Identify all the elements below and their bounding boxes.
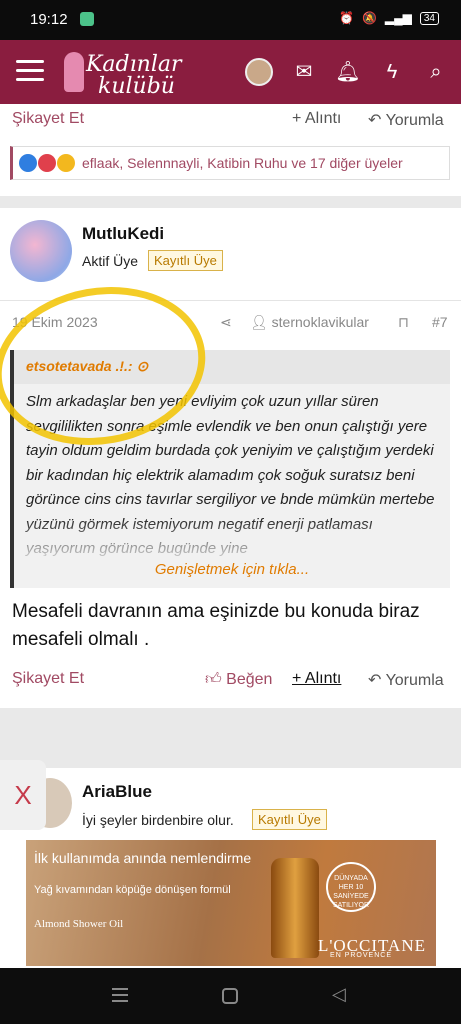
user-avatar[interactable] <box>245 58 273 86</box>
next-post-user-title: İyi şeyler birdenbire olur. <box>82 812 234 828</box>
post-username[interactable]: MutluKedi <box>82 224 164 244</box>
report-link[interactable]: Şikayet Et <box>12 670 84 688</box>
like-reaction-icon <box>19 154 37 172</box>
ad-close-button[interactable]: X <box>0 760 46 830</box>
reply-label: Yorumla <box>385 112 444 129</box>
like-label: Beğen <box>226 671 273 688</box>
home-icon[interactable] <box>222 988 238 1004</box>
advertisement-banner[interactable]: İlk kullanımda anında nemlendirme Yağ kı… <box>26 840 436 966</box>
battery-icon: 34 <box>419 11 439 25</box>
report-link[interactable]: Şikayet Et <box>12 110 84 128</box>
signal-icon: ▂▄▆ <box>384 11 412 25</box>
recent-apps-icon[interactable] <box>112 988 128 1002</box>
ad-headline: İlk kullanımda anında nemlendirme <box>34 850 252 866</box>
member-badge: Kayıtlı Üye <box>252 809 327 830</box>
app-notification-icon <box>80 12 94 26</box>
quote-link[interactable]: + Alıntı <box>292 110 341 128</box>
reply-link[interactable]: ↶ Yorumla <box>368 670 444 690</box>
post-user-title: Aktif Üye <box>82 253 139 269</box>
ad-subline: Yağ kıvamından köpüğe dönüşen formül <box>34 884 231 896</box>
reactions-names[interactable]: eflaak, Selennnayli, Katibin Ruhu ve 17 … <box>82 155 403 171</box>
member-badge: Kayıtlı Üye <box>148 250 223 271</box>
bell-icon[interactable]: 🔔︎ <box>334 58 362 86</box>
menu-icon[interactable] <box>16 60 44 82</box>
post-avatar[interactable] <box>10 220 72 282</box>
ad-brand-sub: EN PROVENCE <box>330 952 392 959</box>
quote-link[interactable]: + Alıntı <box>292 670 341 688</box>
mute-icon: 🔕 <box>361 11 377 25</box>
post-number[interactable]: #7 <box>432 314 448 330</box>
status-time: 19:12 <box>30 11 68 28</box>
status-icons: ⏰ 🔕 ▂▄▆ 34 <box>339 11 439 25</box>
share-icon[interactable]: ⋖ <box>220 314 232 331</box>
reactions-bar[interactable]: eflaak, Selennnayli, Katibin Ruhu ve 17 … <box>10 146 450 180</box>
alarm-icon: ⏰ <box>339 11 354 25</box>
status-bar: 19:12 ⏰ 🔕 ▂▄▆ 34 <box>0 0 461 40</box>
lightning-icon[interactable]: ϟ <box>378 58 406 86</box>
post-body: Mesafeli davranın ama eşinizde bu konuda… <box>12 601 420 650</box>
product-bottle-image <box>271 858 319 958</box>
logo-figure-icon <box>64 52 84 92</box>
post-share-user[interactable]: 👤︎ sternoklavikular <box>250 314 369 331</box>
site-header: Kadınlar kulübü ✉ 🔔︎ ϟ ⌕ <box>0 40 461 104</box>
site-logo[interactable]: Kadınlar kulübü <box>62 48 202 99</box>
reply-link[interactable]: ↶ Yorumla <box>368 110 444 130</box>
share-user-label: sternoklavikular <box>271 314 369 330</box>
back-icon[interactable]: ◁ <box>332 984 346 1005</box>
next-post-username[interactable]: AriaBlue <box>82 782 152 802</box>
logo-text-2: kulübü <box>98 74 175 99</box>
search-icon[interactable]: ⌕ <box>422 58 450 86</box>
ad-badge: DÜNYADA HER 10 SANİYEDE SATILIYOR <box>326 862 376 912</box>
envelope-icon[interactable]: ✉ <box>290 58 318 86</box>
reply-label: Yorumla <box>385 672 444 689</box>
expand-quote-link[interactable]: Genişletmek için tıkla... <box>14 561 450 578</box>
laugh-reaction-icon <box>57 154 75 172</box>
love-reaction-icon <box>38 154 56 172</box>
ad-product: Almond Shower Oil <box>34 918 124 930</box>
system-nav-bar: ◁ <box>0 968 461 1024</box>
like-link[interactable]: 👍︎ Beğen <box>205 670 272 689</box>
bookmark-icon[interactable]: ⊓ <box>398 314 409 331</box>
